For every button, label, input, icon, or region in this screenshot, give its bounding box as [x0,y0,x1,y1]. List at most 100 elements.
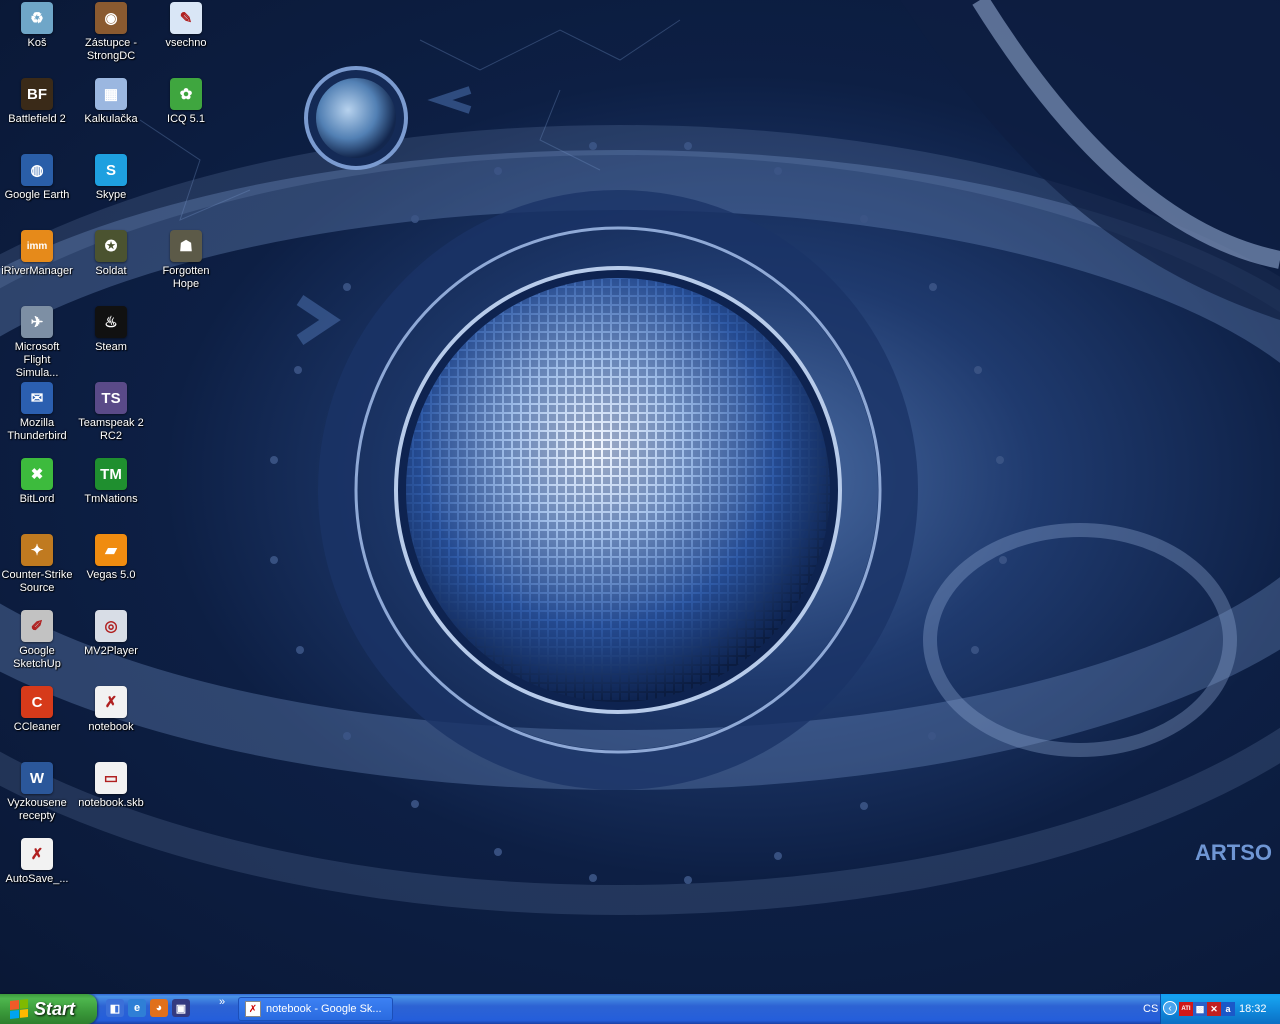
teamspeak-icon: TS [95,382,127,414]
language-indicator[interactable]: CS [1143,1003,1158,1015]
desktop-icon-label: Koš [27,37,47,49]
desktop-icon-label: Mozilla Thunderbird [7,417,67,442]
start-label: Start [34,998,76,1019]
ccleaner-icon: C [21,686,53,718]
wallpaper-art: ARTSO [0,0,1280,915]
battlefield-icon: BF [21,78,53,110]
desktop-icon[interactable]: ♻ Koš [0,2,74,50]
sketchup-file-icon: ✗ [21,838,53,870]
desktop-icon-label: Google Earth [4,189,70,201]
sketchup-file-icon: ✗ [95,686,127,718]
desktop-icon[interactable]: ◍ Google Earth [0,154,74,202]
messenger-icon[interactable]: a [1221,1002,1235,1016]
thunderbird-icon: ✉ [21,382,53,414]
airplane-icon: ✈ [21,306,53,338]
desktop-icon-label: Vegas 5.0 [86,569,136,581]
desktop-icon[interactable]: ✗ AutoSave_... [0,838,74,886]
desktop-icon[interactable]: ✎ vsechno [149,2,223,50]
steam-icon: ♨ [95,306,127,338]
forgotten-hope-icon: ☗ [170,230,202,262]
desktop-icon-label: Counter-Strike Source [1,569,73,594]
skype-icon: S [95,154,127,186]
vegas-icon: ▰ [95,534,127,566]
calculator-icon: ▦ [95,78,127,110]
sketchup-icon: ✗ [245,1001,261,1017]
wallpaper-watermark: ARTSO [1195,840,1272,865]
network-icon[interactable]: ▩ [1193,1002,1207,1016]
desktop-icon-label: vsechno [165,37,207,49]
word-document-icon: W [21,762,53,794]
document-icon: ✎ [170,2,202,34]
strongdc-icon: ◉ [95,2,127,34]
desktop-icon-label: iRiverManager [1,265,73,277]
tmnations-icon: TM [95,458,127,490]
desktop-icon-label: MV2Player [84,645,138,657]
show-desktop-icon[interactable]: ◧ [106,999,124,1017]
desktop-icon-label: Soldat [95,265,127,277]
recycle-bin-icon: ♻ [21,2,53,34]
desktop-icon-label: ICQ 5.1 [167,113,205,125]
taskbar: Start ◧ e ◕ ▣ » ✗ notebook - Google Sk... C… [0,994,1280,1024]
desktop-icon[interactable]: ✉ Mozilla Thunderbird [0,382,74,443]
desktop-icon[interactable]: ▭ notebook.skb [74,762,148,810]
desktop-icon[interactable]: TM TmNations [74,458,148,506]
skb-file-icon: ▭ [95,762,127,794]
quick-launch-bar: ◧ e ◕ ▣ [106,999,190,1017]
desktop-icon[interactable]: ✿ ICQ 5.1 [149,78,223,126]
desktop-icon[interactable]: S Skype [74,154,148,202]
tray-expand-icon[interactable]: ‹ [1163,1001,1177,1015]
desktop-icon-label: notebook [88,721,134,733]
desktop-icon[interactable]: ◉ Zástupce - StrongDC [74,2,148,63]
desktop-icon[interactable]: ✐ Google SketchUp [0,610,74,671]
clock[interactable]: 18:32 [1239,1003,1267,1015]
mv2player-icon: ◎ [95,610,127,642]
desktop-icon[interactable]: ✖ BitLord [0,458,74,506]
desktop-icon-label: CCleaner [13,721,61,733]
desktop-icon[interactable]: ♨ Steam [74,306,148,354]
desktop-icon-label: Zástupce - StrongDC [85,37,137,62]
quick-launch-chevron-icon[interactable]: » [219,996,225,1008]
firefox-icon[interactable]: ◕ [150,999,168,1017]
desktop-icon-label: Microsoft Flight Simula... [14,341,60,379]
desktop-icon[interactable]: ✈ Microsoft Flight Simula... [0,306,74,380]
desktop-icon[interactable]: W Vyzkousene recepty [0,762,74,823]
desktop-icon-label: Teamspeak 2 RC2 [78,417,144,442]
desktop-icon[interactable]: C CCleaner [0,686,74,734]
desktop-icon[interactable]: ▦ Kalkulačka [74,78,148,126]
taskbar-button-notebook[interactable]: ✗ notebook - Google Sk... [238,997,393,1021]
desktop-icon-label: notebook.skb [78,797,144,809]
desktop-icon[interactable]: BF Battlefield 2 [0,78,74,126]
internet-explorer-icon[interactable]: e [128,999,146,1017]
bitlord-icon: ✖ [21,458,53,490]
desktop-icon[interactable]: ◎ MV2Player [74,610,148,658]
counter-strike-icon: ✦ [21,534,53,566]
desktop-icon-label: Skype [95,189,127,201]
soldat-icon: ✪ [95,230,127,262]
security-icon[interactable]: ✕ [1207,1002,1221,1016]
desktop-icon-label: BitLord [19,493,55,505]
desktop-icon-label: Kalkulačka [84,113,138,125]
sketchup-icon: ✐ [21,610,53,642]
desktop-icon-label: Battlefield 2 [8,113,66,125]
desktop-icon[interactable]: ✗ notebook [74,686,148,734]
taskbar-button-label: notebook - Google Sk... [266,1003,382,1015]
desktop-icon-label: Forgotten Hope [162,265,210,290]
desktop-icon[interactable]: ▰ Vegas 5.0 [74,534,148,582]
windows-flag-icon [10,999,28,1019]
desktop-icon[interactable]: TS Teamspeak 2 RC2 [74,382,148,443]
desktop-icon-label: TmNations [84,493,138,505]
desktop-icon-label: Steam [95,341,127,353]
iriver-manager-icon: imm [21,230,53,262]
desktop-icon[interactable]: ☗ Forgotten Hope [149,230,223,291]
desktop-wallpaper: ARTSO [0,0,1280,994]
desktop-icon-label: AutoSave_... [5,873,69,885]
system-tray: ‹ ATI ▩ ✕ a 18:32 [1160,994,1280,1024]
desktop-icon[interactable]: ✦ Counter-Strike Source [0,534,74,595]
ati-icon[interactable]: ATI [1179,1002,1193,1016]
desktop-icon[interactable]: imm iRiverManager [0,230,74,278]
desktop-icon-label: Vyzkousene recepty [7,797,67,822]
start-button[interactable]: Start [0,994,97,1024]
google-earth-icon: ◍ [21,154,53,186]
desktop-icon[interactable]: ✪ Soldat [74,230,148,278]
floppy-save-icon[interactable]: ▣ [172,999,190,1017]
